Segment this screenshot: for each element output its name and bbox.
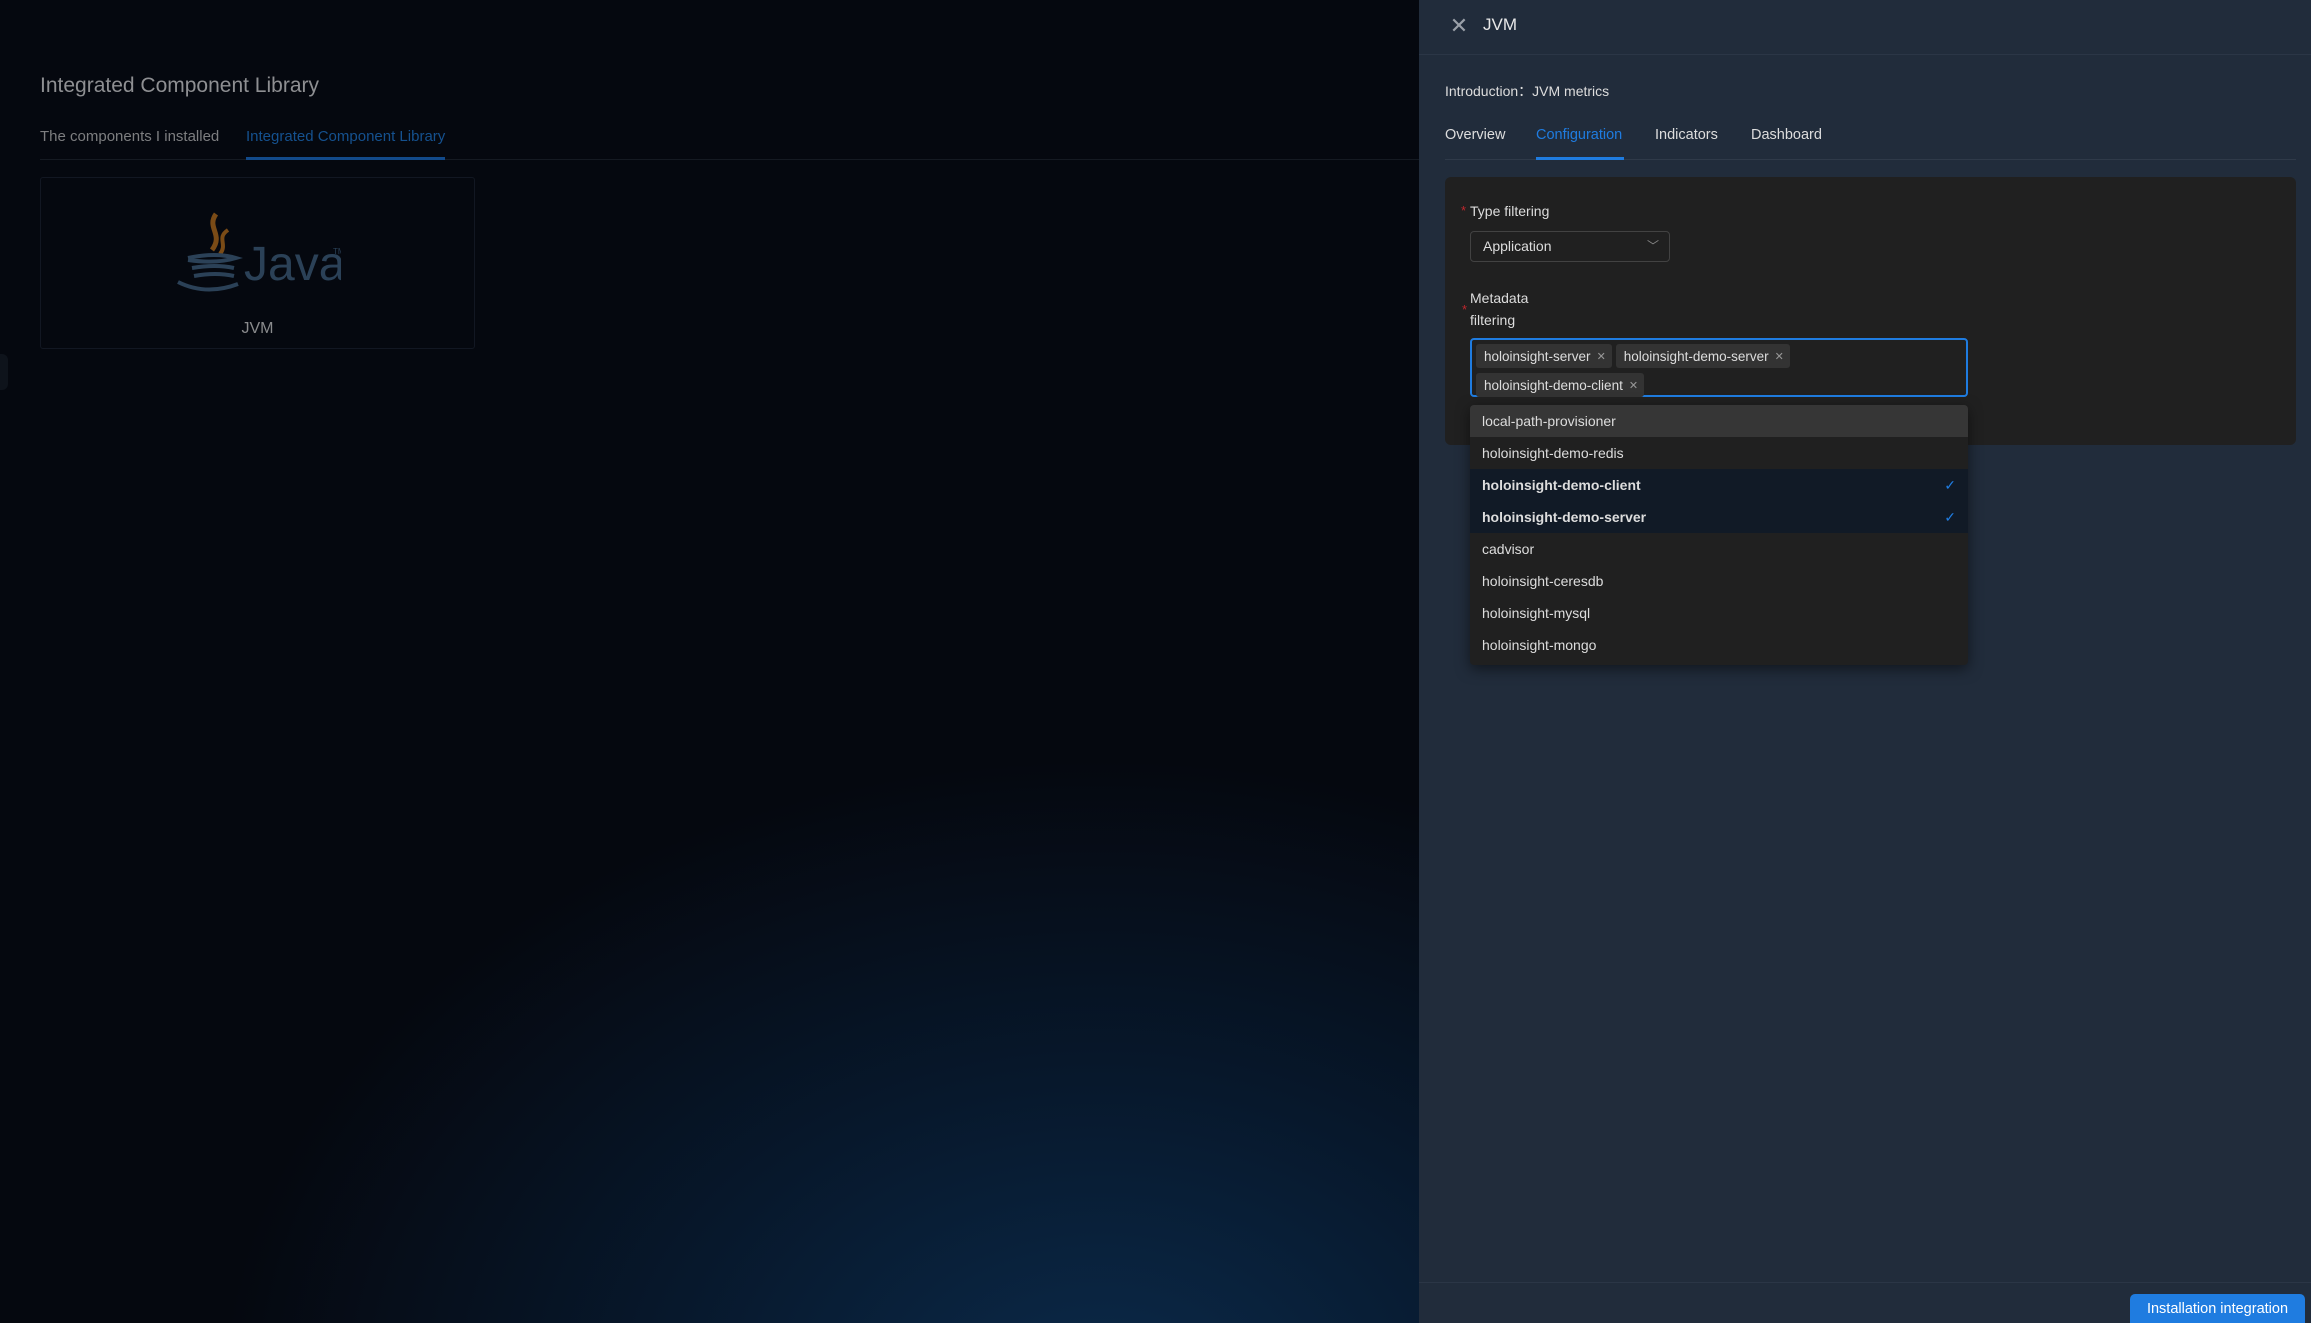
intro-value: JVM metrics xyxy=(1532,83,1610,99)
active-tab-indicator xyxy=(246,157,445,160)
tag-label: holoinsight-server xyxy=(1484,348,1591,364)
tab-installed-components[interactable]: The components I installed xyxy=(40,128,219,145)
option-item[interactable]: local-path-provisioner xyxy=(1470,405,1968,437)
label-line: Metadata xyxy=(1470,290,1529,306)
component-card-label: JVM xyxy=(241,320,274,337)
option-item[interactable]: holoinsight-mysql xyxy=(1470,597,1968,629)
option-item[interactable]: holoinsight-demo-redis xyxy=(1470,437,1968,469)
active-tab-indicator xyxy=(1536,157,1624,160)
option-item[interactable]: holoinsight-demo-server ✓ xyxy=(1470,501,1968,533)
option-label: holoinsight-mysql xyxy=(1482,605,1591,621)
selected-tag: holoinsight-demo-server ✕ xyxy=(1615,344,1790,368)
label-text: Type filtering xyxy=(1470,203,1550,219)
metadata-options-dropdown: local-path-provisioner holoinsight-demo-… xyxy=(1470,405,1968,665)
check-icon: ✓ xyxy=(1944,509,1956,525)
required-mark: * xyxy=(1462,302,1468,317)
side-handle[interactable] xyxy=(0,354,8,390)
svg-text:Java: Java xyxy=(244,238,341,291)
java-logo: Java TM xyxy=(177,212,341,292)
selected-tag: holoinsight-demo-client ✕ xyxy=(1476,373,1645,397)
option-label: holoinsight-demo-client xyxy=(1482,477,1641,493)
drawer-panel: ✕ JVM Introduction：JVM metrics Overview … xyxy=(1419,0,2311,1323)
check-icon: ✓ xyxy=(1944,477,1956,493)
required-mark: * xyxy=(1461,203,1467,218)
remove-tag-icon[interactable]: ✕ xyxy=(1597,350,1606,363)
tab-configuration[interactable]: Configuration xyxy=(1536,127,1622,143)
tag-label: holoinsight-demo-client xyxy=(1484,377,1623,393)
remove-tag-icon[interactable]: ✕ xyxy=(1629,379,1638,392)
selected-tag: holoinsight-server ✕ xyxy=(1476,344,1612,368)
component-card-jvm[interactable]: Java TM JVM xyxy=(40,177,475,349)
label-line: filtering xyxy=(1470,312,1516,328)
header-divider xyxy=(1419,54,2311,55)
tab-dashboard[interactable]: Dashboard xyxy=(1751,127,1822,143)
installation-integration-button[interactable]: Installation integration xyxy=(2130,1294,2305,1323)
introduction: Introduction：JVM metrics xyxy=(1445,81,1609,101)
svg-text:TM: TM xyxy=(333,247,341,256)
option-label: holoinsight-mongo xyxy=(1482,637,1597,653)
option-item[interactable]: cadvisor xyxy=(1470,533,1968,565)
tab-integrated-library[interactable]: Integrated Component Library xyxy=(246,128,445,145)
select-value: Application xyxy=(1483,238,1552,254)
option-label: holoinsight-demo-redis xyxy=(1482,445,1624,461)
option-item[interactable]: holoinsight-ceresdb xyxy=(1470,565,1968,597)
option-label: holoinsight-demo-server xyxy=(1482,509,1647,525)
option-label: cadvisor xyxy=(1482,541,1535,557)
close-icon[interactable]: ✕ xyxy=(1447,14,1471,38)
metadata-filtering-multiselect[interactable]: holoinsight-server ✕ holoinsight-demo-serv… xyxy=(1470,338,1968,397)
tag-label: holoinsight-demo-server xyxy=(1623,348,1769,364)
type-filtering-label: * Type filtering xyxy=(1461,203,1550,219)
option-item[interactable]: holoinsight-demo-client ✓ xyxy=(1470,469,1968,501)
intro-label: Introduction： xyxy=(1445,83,1533,99)
remove-tag-icon[interactable]: ✕ xyxy=(1775,350,1784,363)
page-title: Integrated Component Library xyxy=(40,74,319,97)
metadata-filtering-label: * Metadata filtering xyxy=(1462,287,1529,331)
tab-indicators[interactable]: Indicators xyxy=(1655,127,1718,143)
type-filtering-select[interactable]: Application ﹀ xyxy=(1470,231,1670,262)
drawer-title: JVM xyxy=(1483,15,1517,34)
footer-divider xyxy=(1419,1282,2311,1283)
option-item[interactable]: holoinsight-mongo xyxy=(1470,629,1968,661)
tab-overview[interactable]: Overview xyxy=(1445,127,1505,143)
option-label: holoinsight-ceresdb xyxy=(1482,573,1604,589)
chevron-down-icon: ﹀ xyxy=(1646,239,1659,253)
option-label: local-path-provisioner xyxy=(1482,413,1616,429)
